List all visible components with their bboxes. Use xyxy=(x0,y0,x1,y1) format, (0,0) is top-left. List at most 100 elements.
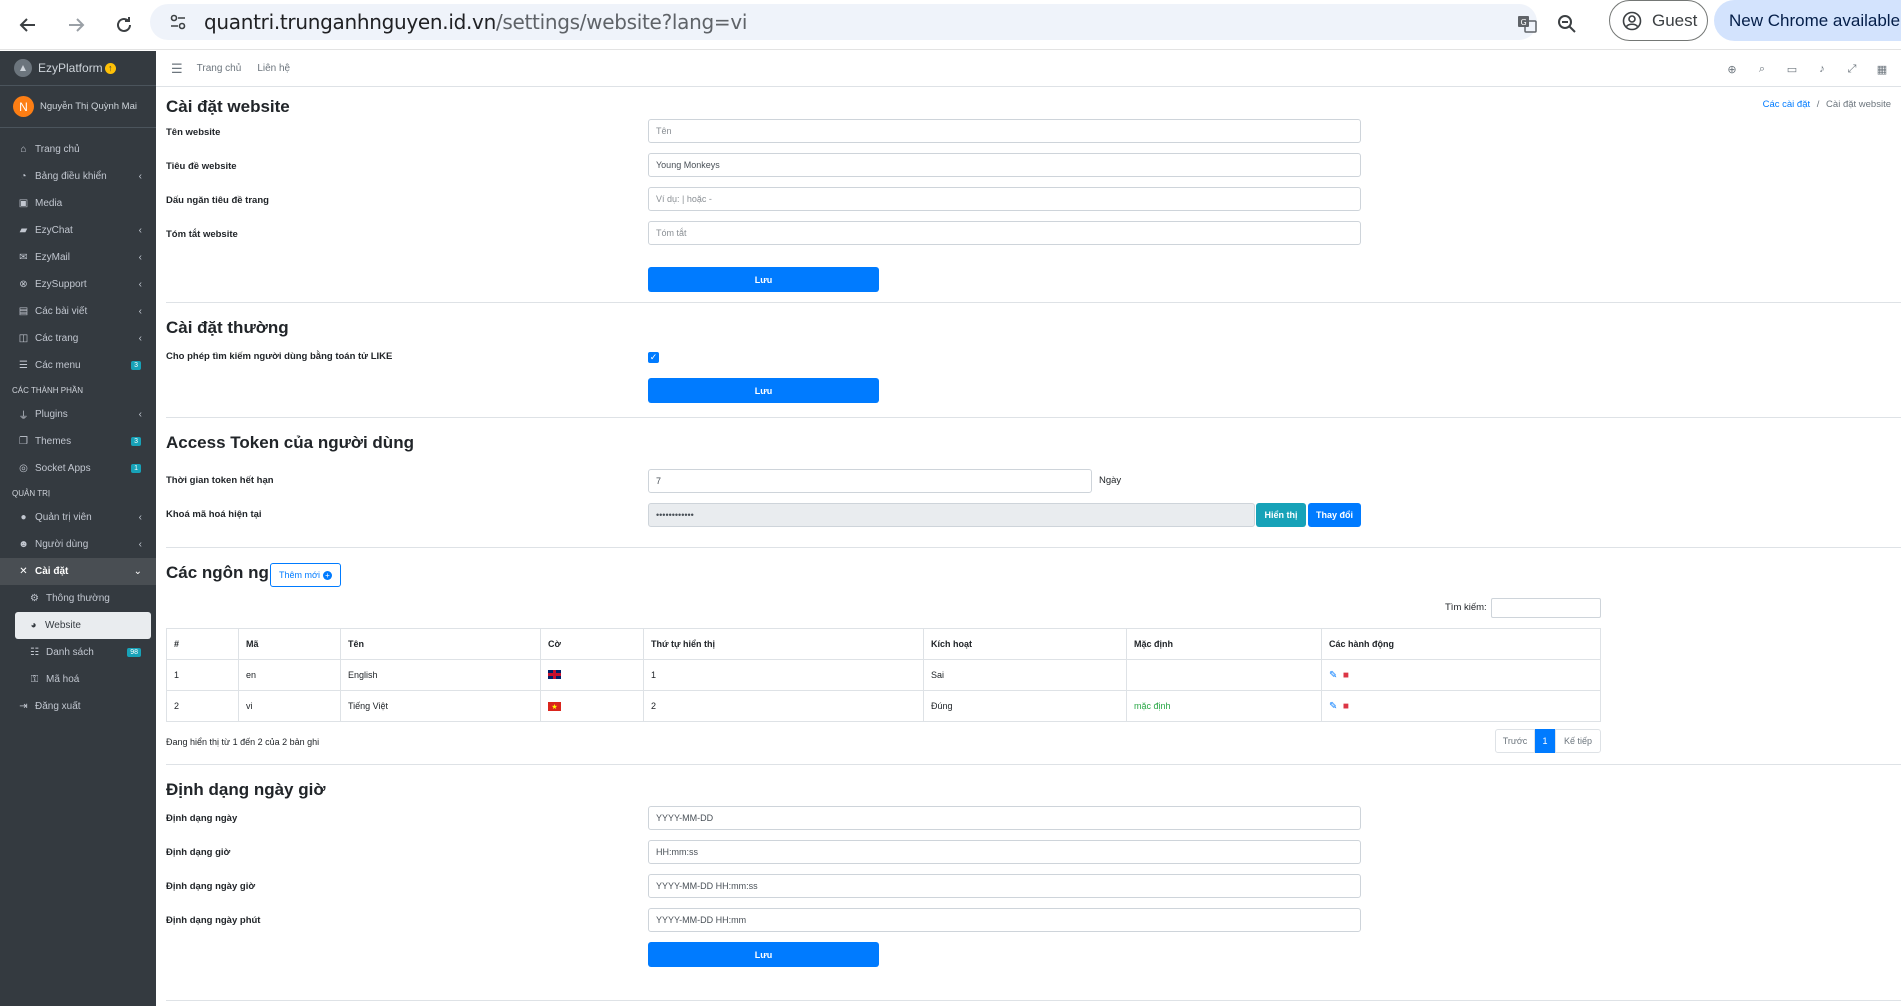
save-general-button[interactable]: Lưu xyxy=(648,378,879,403)
sidebar-item-label: Trang chủ xyxy=(35,144,80,155)
sidebar-item-pages[interactable]: ◫ Các trang ‹ xyxy=(0,325,156,352)
edit-icon[interactable]: ✎ xyxy=(1329,670,1337,681)
user-name: Nguyễn Thị Quỳnh Mai xyxy=(40,101,137,112)
like-search-checkbox[interactable]: ✓ xyxy=(648,352,659,363)
page-1-button[interactable]: 1 xyxy=(1535,729,1555,753)
column-header[interactable]: Mặc định xyxy=(1126,628,1322,660)
column-header[interactable]: Kích hoạt xyxy=(923,628,1127,660)
sidebar-subitem-encryption[interactable]: ⚿ Mã hoá xyxy=(0,666,156,693)
date-minute-format-field[interactable]: YYYY-MM-DD HH:mm xyxy=(648,908,1361,932)
newspaper-icon: ▤ xyxy=(18,306,29,317)
count-badge: 98 xyxy=(127,648,141,657)
sidebar-item-home[interactable]: ⌂ Trang chủ xyxy=(0,136,156,163)
sidebar-item-dashboard[interactable]: ◔ Bảng điều khiển ‹ xyxy=(0,163,156,190)
forward-icon[interactable] xyxy=(56,5,96,45)
sidebar-subitem-website[interactable]: ◕ Website xyxy=(15,612,151,639)
sidebar-item-posts[interactable]: ▤ Các bài viết ‹ xyxy=(0,298,156,325)
cell-active: Sai xyxy=(923,659,1127,691)
edit-icon[interactable]: ✎ xyxy=(1329,701,1337,712)
globe-icon: ◕ xyxy=(30,620,37,631)
guest-avatar-icon xyxy=(1622,11,1642,30)
column-header[interactable]: Thứ tự hiển thị xyxy=(643,628,924,660)
topnav-home-link[interactable]: Trang chủ xyxy=(197,63,242,74)
back-icon[interactable] xyxy=(8,5,48,45)
breadcrumb-separator: / xyxy=(1816,99,1820,110)
cell-no: 2 xyxy=(166,690,239,722)
address-bar[interactable]: quantri.trunganhnguyen.id.vn/settings/we… xyxy=(150,4,1537,40)
cell-actions: ✎ ■ xyxy=(1321,659,1601,691)
language-globe-icon[interactable]: ⊕ xyxy=(1717,63,1747,76)
add-language-button[interactable]: Thêm mới + xyxy=(270,563,341,587)
encryption-key-field: •••••••••••• xyxy=(648,503,1255,527)
next-page-button[interactable]: Kế tiếp xyxy=(1555,729,1601,753)
sidebar-item-media[interactable]: ▣ Media xyxy=(0,190,156,217)
sidebar-item-themes[interactable]: ❐ Themes 3 xyxy=(0,428,156,455)
cell-default xyxy=(1126,659,1322,691)
trash-icon[interactable]: ■ xyxy=(1343,701,1349,712)
datetime-format-field[interactable]: YYYY-MM-DD HH:mm:ss xyxy=(648,874,1361,898)
column-header[interactable]: # xyxy=(166,628,239,660)
fullscreen-icon[interactable]: ⤢ xyxy=(1837,63,1867,76)
topnav-contact-link[interactable]: Liên hệ xyxy=(257,63,290,74)
website-title-label: Tiêu đề website xyxy=(166,161,237,172)
hamburger-icon[interactable]: ☰ xyxy=(171,61,183,77)
title-separator-field[interactable]: Ví dụ: | hoặc - xyxy=(648,187,1361,211)
change-key-button[interactable]: Thay đổi xyxy=(1308,503,1361,527)
bell-icon[interactable]: ♪ xyxy=(1807,63,1837,75)
chevron-left-icon: ‹ xyxy=(138,306,142,317)
grid-icon[interactable]: ▦ xyxy=(1867,63,1897,76)
user-panel[interactable]: N Nguyễn Thị Quỳnh Mai xyxy=(0,86,156,128)
column-header[interactable]: Tên xyxy=(340,628,541,660)
profile-button[interactable]: Guest xyxy=(1609,0,1708,41)
table-info: Đang hiển thị từ 1 đến 2 của 2 bản ghi xyxy=(166,737,320,747)
save-datetime-button[interactable]: Lưu xyxy=(648,942,879,967)
translate-icon[interactable]: G xyxy=(1509,6,1545,42)
list-icon: ☷ xyxy=(30,647,39,658)
sidebar-item-menus[interactable]: ☰ Các menu 3 xyxy=(0,352,156,379)
zoom-icon[interactable] xyxy=(1549,6,1585,42)
search-icon[interactable]: ⌕ xyxy=(1747,63,1777,76)
table-search-input[interactable] xyxy=(1491,598,1601,618)
sidebar-item-ezymail[interactable]: ✉ EzyMail ‹ xyxy=(0,244,156,271)
column-header[interactable]: Các hành động xyxy=(1321,628,1601,660)
chevron-left-icon: ‹ xyxy=(138,409,142,420)
date-format-field[interactable]: YYYY-MM-DD xyxy=(648,806,1361,830)
token-expire-label: Thời gian token hết hạn xyxy=(166,475,274,486)
sidebar-item-socket-apps[interactable]: ◎ Socket Apps 1 xyxy=(0,455,156,482)
column-header[interactable]: Cờ xyxy=(540,628,644,660)
trash-icon[interactable]: ■ xyxy=(1343,670,1349,681)
save-website-button[interactable]: Lưu xyxy=(648,267,879,292)
sidebar-item-settings[interactable]: ✕ Cài đặt ⌄ xyxy=(0,558,156,585)
website-summary-field[interactable]: Tóm tắt xyxy=(648,221,1361,245)
sidebar-item-ezysupport[interactable]: ⊗ EzySupport ‹ xyxy=(0,271,156,298)
messages-icon[interactable]: ▭ xyxy=(1777,63,1807,76)
chrome-update-button[interactable]: New Chrome available xyxy=(1714,0,1901,41)
home-icon: ⌂ xyxy=(20,144,27,155)
sidebar-item-admins[interactable]: ● Quản trị viên ‹ xyxy=(0,504,156,531)
time-format-field[interactable]: HH:mm:ss xyxy=(648,840,1361,864)
sidebar-item-logout[interactable]: ⇥ Đăng xuất xyxy=(0,693,156,720)
show-key-button[interactable]: Hiển thị xyxy=(1256,503,1306,527)
sidebar-item-ezychat[interactable]: ▰ EzyChat ‹ xyxy=(0,217,156,244)
table-header-row: # Mã Tên Cờ Thứ tự hiển thị Kích hoạt Mặ… xyxy=(166,628,1601,660)
site-info-icon[interactable] xyxy=(164,8,192,36)
sidebar-item-users[interactable]: ☻ Người dùng ‹ xyxy=(0,531,156,558)
website-title-field[interactable]: Young Monkeys xyxy=(648,153,1361,177)
chevron-left-icon: ‹ xyxy=(138,539,142,550)
prev-page-button[interactable]: Trước xyxy=(1495,729,1535,753)
upgrade-icon[interactable]: ↑ xyxy=(104,62,116,74)
sidebar-subitem-general[interactable]: ⚙ Thông thường xyxy=(0,585,156,612)
reload-icon[interactable] xyxy=(104,5,144,45)
chevron-left-icon: ‹ xyxy=(138,279,142,290)
token-expire-field[interactable]: 7 xyxy=(648,469,1092,493)
sidebar-subitem-list[interactable]: ☷ Danh sách 98 xyxy=(0,639,156,666)
sidebar-item-plugins[interactable]: ⏚ Plugins ‹ xyxy=(0,401,156,428)
column-header[interactable]: Mã xyxy=(238,628,341,660)
brand-link[interactable]: EzyPlatform ↑ xyxy=(0,51,156,86)
breadcrumb-settings-link[interactable]: Các cài đặt xyxy=(1763,99,1811,110)
brand-logo-icon xyxy=(14,59,32,77)
website-name-field[interactable]: Tên xyxy=(648,119,1361,143)
title-separator-label: Dấu ngăn tiêu đề trang xyxy=(166,195,269,206)
cell-default: mặc định xyxy=(1126,690,1322,722)
main-content: Các cài đặt / Cài đặt website Cài đặt we… xyxy=(156,87,1901,1006)
